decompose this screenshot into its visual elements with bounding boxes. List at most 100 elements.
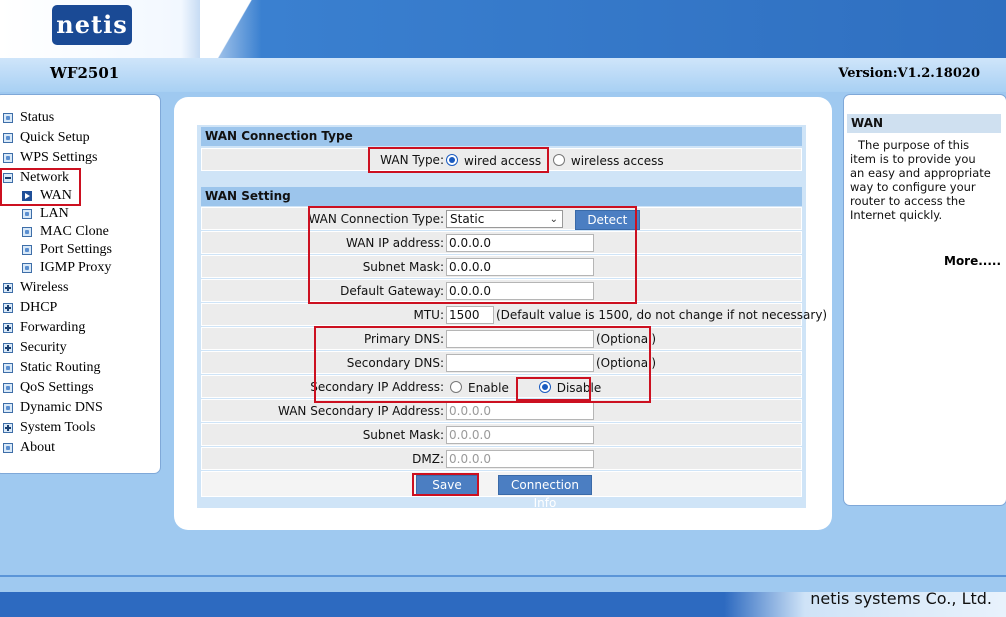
- dot-icon: [22, 209, 32, 219]
- help-text: The purpose of this item is to provide y…: [850, 138, 991, 222]
- wireless-access-radio[interactable]: [552, 154, 565, 166]
- sidebar-item-label: About: [20, 440, 55, 455]
- sidebar-item-label: Forwarding: [20, 320, 86, 335]
- primary-dns-input[interactable]: [446, 330, 594, 348]
- wireless-access-label: wireless access: [570, 154, 664, 168]
- wan-secondary-ip-input[interactable]: 0.0.0.0: [446, 402, 594, 420]
- sidebar-item-label: System Tools: [20, 420, 96, 435]
- secondary-subnet-row: Subnet Mask: 0.0.0.0: [201, 423, 802, 446]
- plus-icon: [3, 423, 13, 433]
- default-gateway-input[interactable]: 0.0.0.0: [446, 282, 594, 300]
- default-gateway-row: Default Gateway: 0.0.0.0: [201, 279, 802, 302]
- sidebar-item-label: Security: [20, 340, 67, 355]
- help-title: WAN: [847, 114, 1001, 133]
- mtu-note: (Default value is 1500, do not change if…: [496, 308, 828, 322]
- plus-icon: [3, 303, 13, 313]
- sidebar-item-label: Wireless: [20, 280, 69, 295]
- mtu-row: MTU: 1500 (Default value is 1500, do not …: [201, 303, 827, 326]
- firmware-version: Version:V1.2.18020: [838, 66, 980, 81]
- sidebar-item-label: Network: [20, 170, 69, 185]
- wan-type-options: wired access wireless access: [446, 152, 672, 170]
- wan-secondary-ip-label: WAN Secondary IP Address:: [278, 404, 444, 418]
- secondary-subnet-input[interactable]: 0.0.0.0: [446, 426, 594, 444]
- secondary-subnet-label: Subnet Mask:: [362, 428, 444, 442]
- secondary-ip-label: Secondary IP Address:: [310, 380, 444, 394]
- plus-icon: [3, 283, 13, 293]
- button-row: Save Connection Info: [201, 471, 802, 510]
- wan-connection-type-row: WAN Connection Type: Static ⌄ Detect: [201, 207, 802, 230]
- secondary-ip-enable-radio[interactable]: [450, 381, 462, 393]
- more-link[interactable]: More.....: [944, 254, 1001, 268]
- wan-ip-input[interactable]: 0.0.0.0: [446, 234, 594, 252]
- subnet-mask-label: Subnet Mask:: [362, 260, 444, 274]
- wan-type-label: WAN Type:: [380, 153, 444, 167]
- minus-icon: [3, 173, 13, 183]
- sidebar-item-label: Status: [20, 110, 55, 125]
- sidebar-item-label: Dynamic DNS: [20, 400, 103, 415]
- wan-connection-type-header: WAN Connection Type: [201, 127, 802, 146]
- chevron-down-icon: ⌄: [549, 214, 558, 225]
- dot-icon: [3, 133, 13, 143]
- sidebar-item-label: Port Settings: [40, 242, 112, 257]
- dot-icon: [3, 153, 13, 163]
- top-banner: [0, 0, 1006, 58]
- sidebar-item-label: LAN: [40, 206, 69, 221]
- sidebar-item-label: Quick Setup: [20, 130, 90, 145]
- sidebar-item-label: DHCP: [20, 300, 58, 315]
- wired-access-radio[interactable]: [446, 154, 458, 166]
- dot-icon: [3, 383, 13, 393]
- save-button[interactable]: Save: [416, 475, 478, 495]
- wan-connection-type-label: WAN Connection Type:: [308, 212, 444, 226]
- connection-type-value: Static: [450, 212, 485, 226]
- secondary-ip-enable-label: Enable: [468, 381, 509, 395]
- wan-ip-label: WAN IP address:: [346, 236, 444, 250]
- dot-icon: [3, 363, 13, 373]
- wan-connection-type-select[interactable]: Static ⌄: [446, 210, 563, 228]
- dot-icon: [22, 227, 32, 237]
- mtu-label: MTU:: [413, 308, 444, 322]
- dot-icon: [22, 263, 32, 273]
- dmz-label: DMZ:: [412, 452, 444, 466]
- wan-ip-row: WAN IP address: 0.0.0.0: [201, 231, 802, 254]
- detect-button[interactable]: Detect: [574, 210, 640, 230]
- copyright-text: netis systems Co., Ltd.: [810, 589, 992, 608]
- sidebar-item-label: Static Routing: [20, 360, 101, 375]
- dot-icon: [3, 443, 13, 453]
- connection-info-button[interactable]: Connection Info: [498, 475, 592, 510]
- dot-icon: [3, 403, 13, 413]
- secondary-ip-row: Secondary IP Address: Enable Disable: [201, 375, 802, 398]
- model-name: WF2501: [50, 64, 120, 82]
- dmz-input[interactable]: 0.0.0.0: [446, 450, 594, 468]
- sidebar-item-label: QoS Settings: [20, 380, 94, 395]
- subnet-mask-input[interactable]: 0.0.0.0: [446, 258, 594, 276]
- default-gateway-label: Default Gateway:: [340, 284, 444, 298]
- dmz-row: DMZ: 0.0.0.0: [201, 447, 802, 470]
- dot-icon: [22, 245, 32, 255]
- secondary-ip-disable-radio[interactable]: [538, 381, 551, 393]
- wan-type-row: WAN Type: wired access wireless access: [201, 148, 802, 171]
- secondary-dns-optional: (Optional): [596, 356, 657, 370]
- arrow-icon: [22, 191, 32, 201]
- sidebar-item-label: WAN: [40, 188, 72, 203]
- sidebar-item-label: IGMP Proxy: [40, 260, 112, 275]
- sidebar-item-label: WPS Settings: [20, 150, 98, 165]
- primary-dns-label: Primary DNS:: [363, 332, 444, 346]
- dot-icon: [3, 113, 13, 123]
- plus-icon: [3, 343, 13, 353]
- netis-logo: netis: [52, 5, 132, 45]
- primary-dns-row: Primary DNS: (Optional): [201, 327, 802, 350]
- wired-access-label: wired access: [464, 154, 542, 168]
- subnet-mask-row: Subnet Mask: 0.0.0.0: [201, 255, 802, 278]
- wan-secondary-ip-row: WAN Secondary IP Address: 0.0.0.0: [201, 399, 802, 422]
- wan-setting-header: WAN Setting: [201, 187, 802, 206]
- plus-icon: [3, 323, 13, 333]
- wan-connection-type-controls: Static ⌄ Detect: [446, 210, 640, 230]
- secondary-dns-label: Secondary DNS:: [346, 356, 444, 370]
- mtu-input[interactable]: 1500: [446, 306, 494, 324]
- secondary-ip-disable-label: Disable: [556, 381, 602, 395]
- primary-dns-optional: (Optional): [596, 332, 657, 346]
- sidebar-item-label: MAC Clone: [40, 224, 109, 239]
- secondary-dns-input[interactable]: [446, 354, 594, 372]
- secondary-dns-row: Secondary DNS: (Optional): [201, 351, 802, 374]
- footer-divider: [0, 575, 1006, 577]
